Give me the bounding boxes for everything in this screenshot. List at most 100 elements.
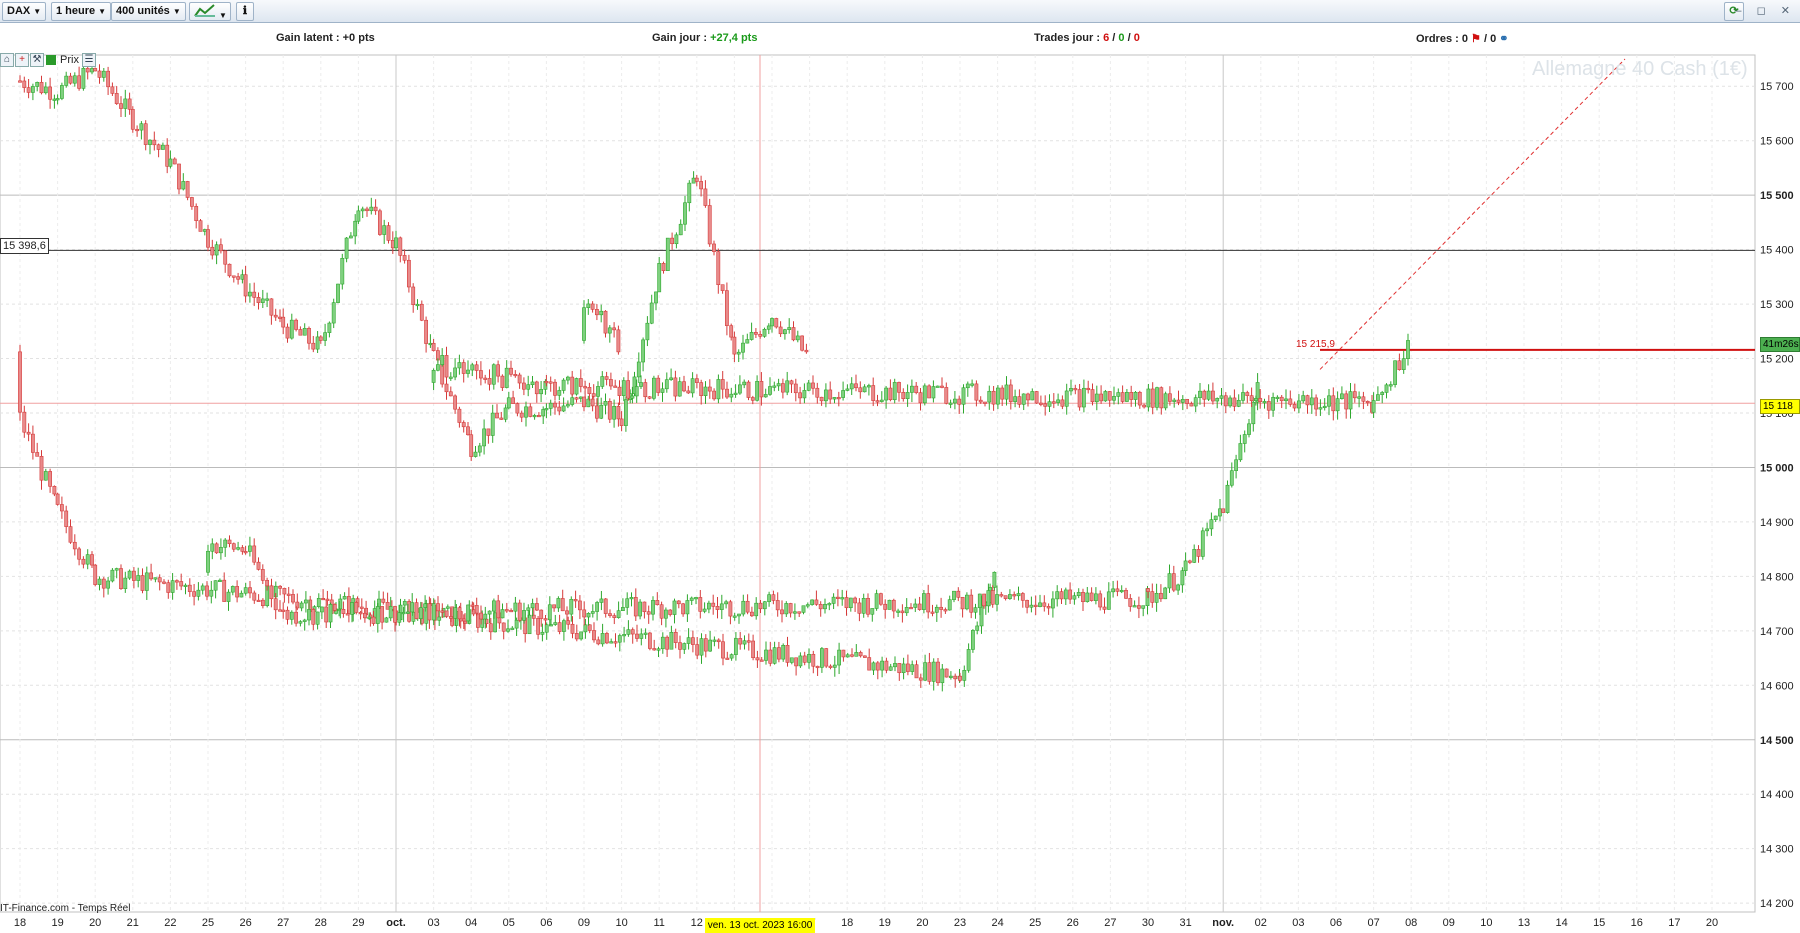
list-icon[interactable]: ☰ bbox=[82, 53, 96, 67]
tool-icon[interactable]: ⚒ bbox=[30, 53, 44, 67]
candle-body bbox=[599, 404, 604, 419]
candle-body bbox=[437, 616, 442, 621]
candle-body bbox=[1099, 393, 1104, 402]
candle-body bbox=[390, 240, 395, 249]
candle-body bbox=[348, 235, 353, 239]
candle-body bbox=[210, 543, 215, 552]
x-tick-label: 17 bbox=[1668, 917, 1680, 929]
candle-body bbox=[879, 399, 884, 402]
candle-body bbox=[579, 631, 584, 640]
candle-body bbox=[641, 339, 646, 363]
candle-body bbox=[544, 381, 549, 384]
x-tick-label: 22 bbox=[164, 917, 176, 929]
candle-body bbox=[18, 351, 22, 413]
candle-body bbox=[1228, 397, 1233, 407]
candle-body bbox=[470, 364, 475, 371]
candle-body bbox=[43, 471, 48, 481]
candle-body bbox=[1189, 403, 1194, 407]
candle-body bbox=[751, 640, 756, 659]
candle-body bbox=[1064, 390, 1069, 407]
candle-body bbox=[782, 329, 787, 335]
candle-body bbox=[930, 611, 935, 614]
candle-body bbox=[767, 594, 772, 603]
candle-body bbox=[669, 631, 674, 650]
candle-body bbox=[491, 600, 496, 612]
candle-body bbox=[787, 327, 792, 330]
candle-body bbox=[1247, 423, 1251, 435]
candle-body bbox=[583, 624, 588, 633]
candle-body bbox=[532, 415, 537, 418]
candle-body bbox=[240, 547, 245, 552]
candle-body bbox=[1180, 399, 1185, 403]
candle-body bbox=[81, 558, 86, 565]
candle-body bbox=[1288, 398, 1293, 405]
candle-body bbox=[356, 210, 361, 222]
candle-body bbox=[931, 386, 936, 399]
candle-body bbox=[699, 181, 704, 190]
candle-body bbox=[596, 639, 601, 645]
candle-body bbox=[673, 377, 678, 397]
prix-toggle[interactable]: Prix bbox=[46, 53, 79, 67]
candle-body bbox=[381, 598, 386, 603]
candle-body bbox=[461, 362, 466, 374]
candle-body bbox=[123, 98, 128, 109]
candle-body bbox=[720, 379, 725, 390]
horizontal-line-value[interactable]: 15 398,6 bbox=[0, 238, 49, 254]
candle-body bbox=[745, 600, 750, 613]
candle-body bbox=[72, 75, 77, 84]
candle-body bbox=[626, 629, 631, 635]
candle-body bbox=[861, 598, 866, 614]
candle-body bbox=[616, 610, 621, 618]
candle-body bbox=[226, 591, 231, 602]
candle-body bbox=[768, 386, 772, 395]
price-chart[interactable]: 15 700 15 600 15 500 15 400 15 300 15 200 15 1… bbox=[0, 0, 1800, 933]
candle-body bbox=[884, 660, 889, 671]
candle-body bbox=[504, 609, 509, 612]
candle-body bbox=[282, 587, 287, 595]
candle-body bbox=[402, 601, 407, 606]
candle-body bbox=[965, 383, 970, 389]
candle-body bbox=[1141, 605, 1146, 609]
candle-body bbox=[875, 662, 880, 671]
candle-body bbox=[360, 208, 365, 212]
candle-body bbox=[780, 609, 784, 615]
candle-body bbox=[732, 336, 737, 355]
add-indicator-icon[interactable]: + bbox=[15, 53, 29, 67]
candle-body bbox=[289, 319, 294, 339]
x-tick-label: 02 bbox=[1255, 917, 1267, 929]
candle-body bbox=[940, 385, 944, 388]
candle-body bbox=[431, 603, 436, 621]
y-tick-label: 14 400 bbox=[1760, 789, 1794, 801]
candle-body bbox=[645, 322, 650, 341]
candle-body bbox=[354, 602, 359, 613]
candle-body bbox=[168, 158, 173, 167]
candle-body bbox=[665, 636, 670, 650]
candle-body bbox=[557, 622, 562, 632]
candle-body bbox=[1034, 391, 1039, 404]
y-tick-label: 14 800 bbox=[1760, 571, 1794, 583]
candle-body bbox=[604, 376, 609, 380]
candle-body bbox=[1146, 388, 1151, 408]
zoom-icon[interactable]: ⌂ bbox=[0, 53, 14, 67]
candle-body bbox=[1371, 400, 1376, 413]
candle-body bbox=[1205, 528, 1210, 532]
y-tick-label: 15 400 bbox=[1760, 245, 1794, 257]
candle-body bbox=[1171, 573, 1176, 591]
candle-body bbox=[897, 663, 902, 674]
candle-body bbox=[969, 594, 974, 613]
candle-body bbox=[139, 123, 144, 131]
candle-body bbox=[1000, 387, 1005, 400]
candle-body bbox=[918, 677, 923, 681]
y-tick-label: 14 900 bbox=[1760, 517, 1794, 529]
candle-body bbox=[858, 387, 863, 393]
candle-body bbox=[298, 329, 303, 336]
candle-body bbox=[227, 263, 232, 277]
candle-body bbox=[1344, 393, 1349, 410]
candle-body bbox=[477, 445, 482, 453]
candle-body bbox=[162, 581, 166, 584]
candle-body bbox=[741, 600, 746, 615]
candle-body bbox=[599, 598, 604, 603]
candle-body bbox=[867, 657, 872, 671]
candle-body bbox=[1013, 396, 1018, 402]
candle-body bbox=[702, 608, 707, 612]
